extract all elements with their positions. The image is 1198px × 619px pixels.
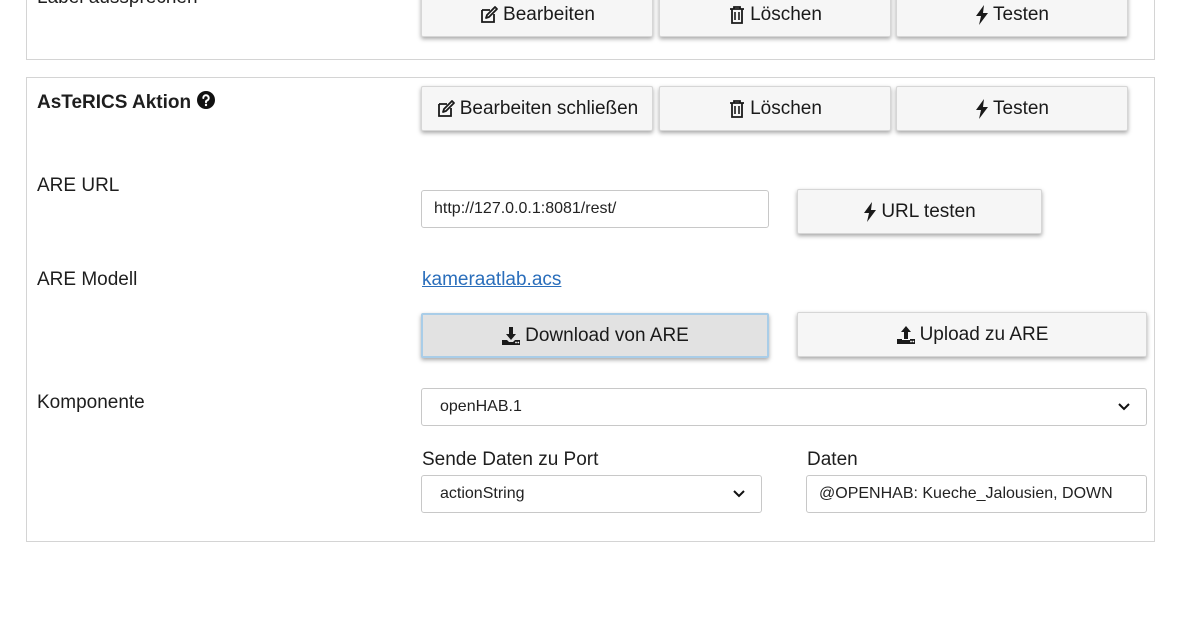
download-button-label: Download von ARE — [525, 324, 689, 346]
port-select[interactable]: actionString — [421, 475, 762, 513]
test-button-label: Testen — [993, 97, 1049, 119]
action-panel-asterics: AsTeRICS Aktion ARE URL ARE Modell Kompo… — [26, 77, 1155, 542]
edit-button[interactable]: Bearbeiten — [421, 0, 653, 37]
edit-icon — [436, 99, 456, 119]
trash-icon — [728, 5, 746, 25]
component-label: Komponente — [37, 392, 145, 413]
question-circle-icon[interactable] — [197, 91, 216, 114]
action-title: Label aussprechen — [37, 0, 198, 9]
download-icon — [501, 326, 521, 346]
are-url-input[interactable] — [421, 190, 769, 228]
component-select[interactable]: openHAB.1 — [421, 388, 1147, 426]
component-select-value: openHAB.1 — [440, 398, 522, 415]
bolt-icon — [863, 201, 877, 223]
url-test-button[interactable]: URL testen — [797, 189, 1042, 234]
test-button-label: Testen — [993, 3, 1049, 25]
bolt-icon — [975, 98, 989, 120]
delete-button[interactable]: Löschen — [659, 86, 891, 131]
chevron-down-icon — [733, 485, 745, 503]
asterics-title: AsTeRICS Aktion — [37, 91, 192, 113]
data-label: Daten — [807, 449, 858, 470]
upload-button[interactable]: Upload zu ARE — [797, 312, 1147, 357]
delete-button[interactable]: Löschen — [659, 0, 891, 37]
edit-button-label: Bearbeiten — [503, 3, 595, 25]
test-button[interactable]: Testen — [896, 86, 1128, 131]
port-label: Sende Daten zu Port — [422, 449, 599, 470]
close-edit-button[interactable]: Bearbeiten schließen — [421, 86, 653, 131]
are-url-label: ARE URL — [37, 175, 120, 196]
url-test-button-label: URL testen — [881, 200, 976, 222]
close-edit-button-label: Bearbeiten schließen — [459, 97, 639, 119]
test-button[interactable]: Testen — [896, 0, 1128, 37]
edit-icon — [479, 5, 499, 25]
delete-button-label: Löschen — [750, 97, 822, 119]
trash-icon — [728, 99, 746, 119]
upload-button-label: Upload zu ARE — [919, 323, 1049, 345]
are-model-label: ARE Modell — [37, 269, 138, 290]
download-button[interactable]: Download von ARE — [421, 313, 769, 358]
data-input[interactable] — [806, 475, 1147, 513]
port-select-value: actionString — [440, 485, 525, 502]
asterics-title-row: AsTeRICS Aktion — [37, 91, 216, 114]
upload-icon — [896, 325, 916, 345]
chevron-down-icon — [1118, 398, 1130, 416]
are-model-link[interactable]: kameraatlab.acs — [422, 269, 561, 291]
bolt-icon — [975, 4, 989, 26]
delete-button-label: Löschen — [750, 3, 822, 25]
